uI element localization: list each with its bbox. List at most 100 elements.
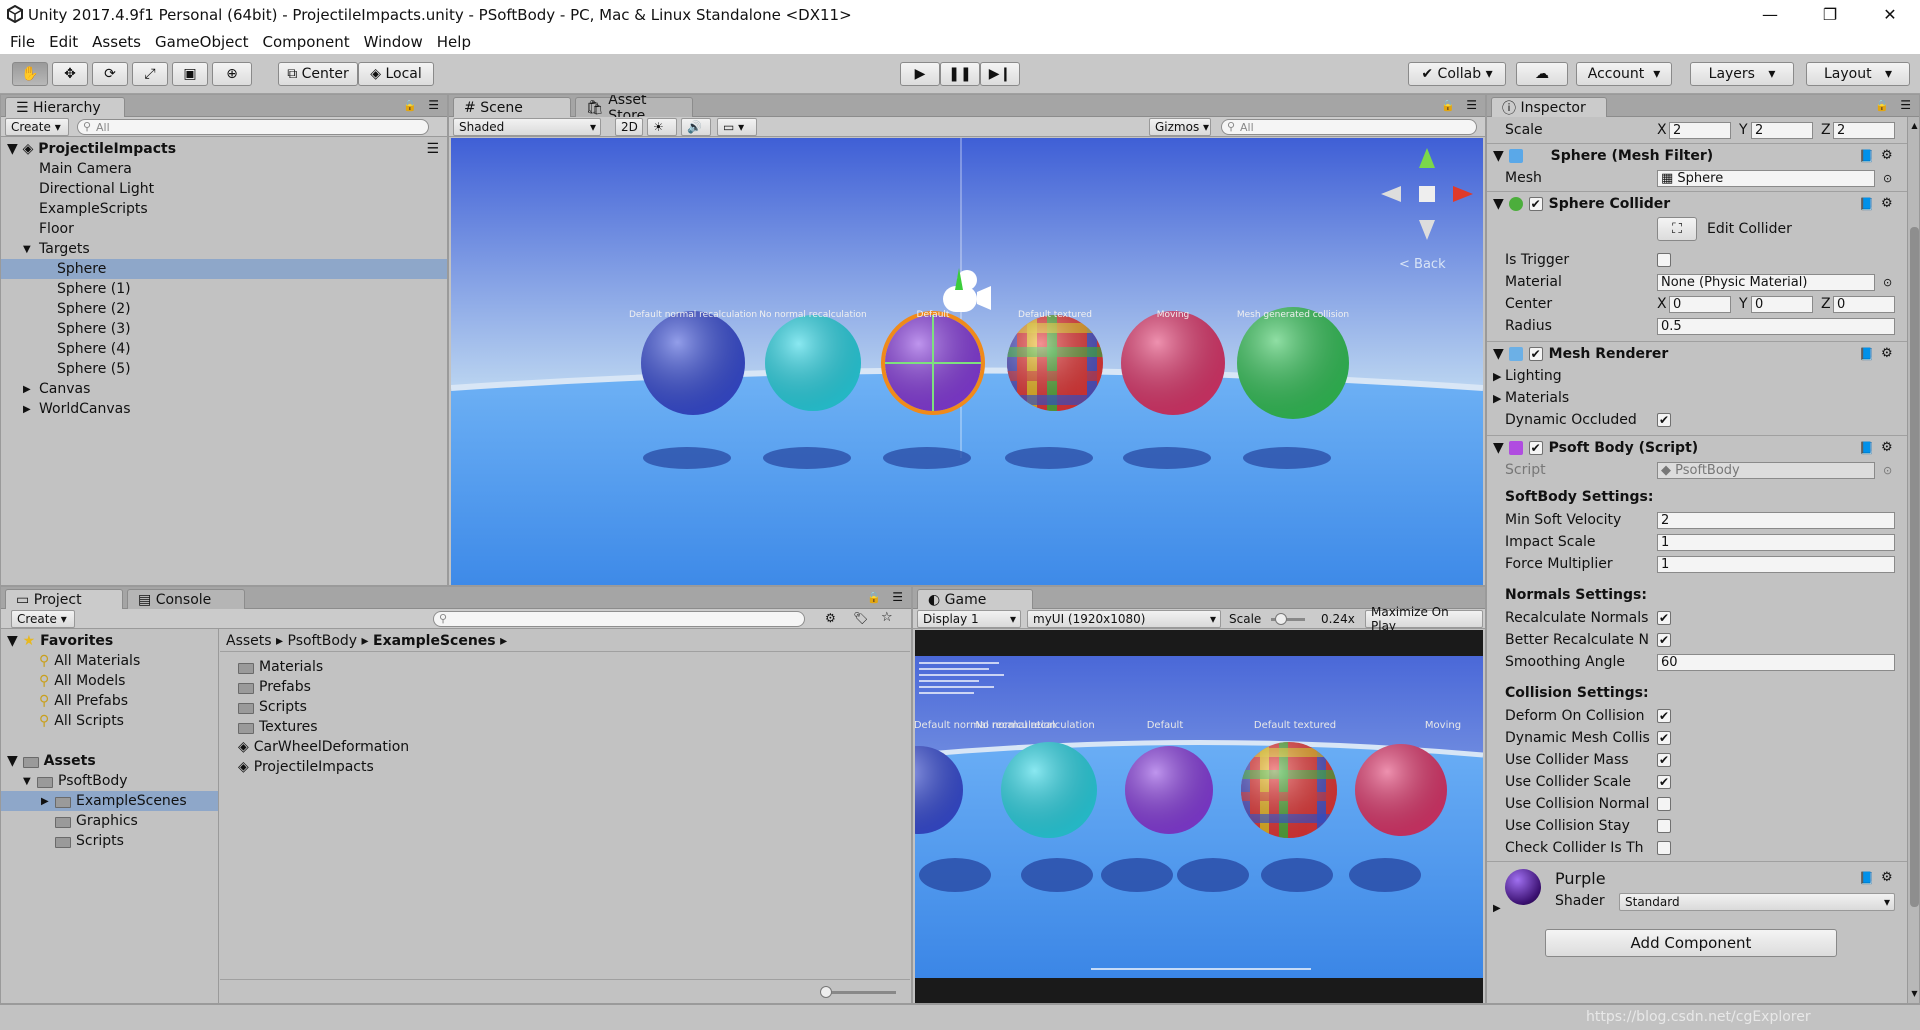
- menu-file[interactable]: File: [10, 33, 35, 51]
- step-button[interactable]: ▶❙: [980, 62, 1020, 86]
- scale-x-field[interactable]: 2: [1669, 121, 1731, 139]
- menu-gameobject[interactable]: GameObject: [155, 33, 249, 51]
- component-gear-icon[interactable]: ⚙: [1881, 196, 1893, 211]
- account-dropdown[interactable]: Account ▾: [1576, 62, 1672, 86]
- scene-search-input[interactable]: ⚲ All: [1221, 119, 1477, 135]
- center-y-field[interactable]: 0: [1751, 295, 1813, 313]
- icon-size-slider-handle[interactable]: [820, 986, 832, 998]
- rotate-tool-button[interactable]: ⟳: [92, 62, 128, 86]
- rect-tool-button[interactable]: ▣: [172, 62, 208, 86]
- add-component-button[interactable]: Add Component: [1545, 929, 1837, 957]
- collapsed-arrow-icon[interactable]: ▶: [41, 796, 55, 807]
- lock-icon[interactable]: 🔒: [403, 99, 417, 112]
- favorite-star-icon[interactable]: ☆: [881, 610, 893, 625]
- tab-hierarchy[interactable]: ☰ Hierarchy: [5, 97, 125, 117]
- scale-slider-handle[interactable]: [1275, 613, 1287, 625]
- scene-sphere[interactable]: [1007, 315, 1103, 411]
- panel-menu-icon[interactable]: ☰: [892, 590, 903, 604]
- scene-menu-icon[interactable]: ☰: [426, 141, 439, 157]
- hierarchy-item[interactable]: Directional Light: [1, 179, 447, 199]
- collision-setting-checkbox[interactable]: ✔: [1657, 731, 1671, 745]
- component-gear-icon[interactable]: ⚙: [1881, 440, 1893, 455]
- min-soft-velocity-field[interactable]: 2: [1657, 511, 1895, 529]
- component-gear-icon[interactable]: ⚙: [1881, 148, 1893, 163]
- panel-menu-icon[interactable]: ☰: [1900, 98, 1911, 112]
- display-dropdown[interactable]: Display 1 ▾: [917, 610, 1021, 628]
- project-search-input[interactable]: ⚲: [433, 611, 805, 627]
- help-book-icon[interactable]: 📘: [1859, 149, 1874, 163]
- play-button[interactable]: ▶: [900, 62, 940, 86]
- icon-size-slider[interactable]: [826, 991, 896, 994]
- tab-console[interactable]: ▤ Console: [127, 589, 245, 609]
- cloud-button[interactable]: ☁: [1516, 62, 1568, 86]
- help-book-icon[interactable]: 📘: [1859, 441, 1874, 455]
- hierarchy-item[interactable]: Sphere (1): [1, 279, 447, 299]
- physic-material-field[interactable]: None (Physic Material): [1657, 273, 1875, 291]
- menu-edit[interactable]: Edit: [49, 33, 78, 51]
- gizmos-dropdown[interactable]: Gizmos ▾: [1149, 118, 1211, 136]
- pivot-center-button[interactable]: ⧉ Center: [278, 62, 358, 86]
- lock-icon[interactable]: 🔒: [1875, 99, 1889, 112]
- menu-assets[interactable]: Assets: [92, 33, 141, 51]
- tab-game[interactable]: ◐ Game: [917, 589, 1033, 609]
- scene-effects-button[interactable]: ▭ ▾: [717, 118, 757, 136]
- lighting-foldout[interactable]: ▶ Lighting: [1487, 365, 1907, 387]
- transform-tool-button[interactable]: ⊕: [212, 62, 252, 86]
- expand-arrow-icon[interactable]: ▼: [23, 244, 39, 255]
- shading-mode-dropdown[interactable]: Shaded ▾: [453, 118, 601, 136]
- scene-sphere[interactable]: [765, 315, 861, 411]
- collision-setting-checkbox[interactable]: ✔: [1657, 775, 1671, 789]
- breadcrumb-assets[interactable]: Assets: [226, 633, 272, 649]
- close-button[interactable]: ✕: [1860, 0, 1920, 29]
- tab-project[interactable]: ▭ Project: [5, 589, 123, 609]
- hierarchy-item[interactable]: ExampleScripts: [1, 199, 447, 219]
- hierarchy-item[interactable]: ▶ Canvas: [1, 379, 447, 399]
- layout-dropdown[interactable]: Layout ▾: [1806, 62, 1910, 86]
- lock-icon[interactable]: 🔒: [1441, 99, 1455, 112]
- minimize-button[interactable]: —: [1740, 0, 1800, 29]
- expand-arrow-icon[interactable]: ▶: [1493, 903, 1501, 914]
- mesh-filter-header[interactable]: ▼ Sphere (Mesh Filter) 📘 ⚙: [1487, 143, 1907, 167]
- favorite-item[interactable]: ⚲ All Models: [39, 671, 125, 691]
- object-picker-icon[interactable]: ⊙: [1883, 172, 1892, 185]
- center-z-field[interactable]: 0: [1833, 295, 1895, 313]
- move-tool-button[interactable]: ✥: [52, 62, 88, 86]
- collab-button[interactable]: ✔ Collab ▾: [1408, 62, 1506, 86]
- scroll-up-icon[interactable]: ▲: [1909, 121, 1919, 131]
- expand-arrow-icon[interactable]: ▼: [23, 776, 37, 787]
- scene-file-item[interactable]: ◈ ProjectileImpacts: [238, 757, 374, 777]
- help-book-icon[interactable]: 📘: [1859, 871, 1874, 885]
- better-recalculate-checkbox[interactable]: ✔: [1657, 633, 1671, 647]
- is-trigger-checkbox[interactable]: [1657, 253, 1671, 267]
- impact-scale-field[interactable]: 1: [1657, 533, 1895, 551]
- assets-header[interactable]: ▼ Assets: [7, 751, 96, 771]
- hierarchy-item[interactable]: ▼ Targets: [1, 239, 447, 259]
- pivot-local-button[interactable]: ◈ Local: [358, 62, 434, 86]
- tab-inspector[interactable]: ⓘ Inspector: [1491, 97, 1607, 117]
- edit-collider-button[interactable]: ⛶: [1657, 217, 1697, 241]
- hierarchy-item[interactable]: Floor: [1, 219, 447, 239]
- favorites-header[interactable]: ▼ ★ Favorites: [7, 631, 113, 651]
- psoft-body-enabled-checkbox[interactable]: ✔: [1528, 440, 1543, 455]
- radius-field[interactable]: 0.5: [1657, 317, 1895, 335]
- inspector-scrollbar-thumb[interactable]: [1910, 227, 1919, 907]
- menu-help[interactable]: Help: [437, 33, 471, 51]
- scroll-down-icon[interactable]: ▼: [1909, 989, 1919, 999]
- force-multiplier-field[interactable]: 1: [1657, 555, 1895, 573]
- collision-setting-checkbox[interactable]: [1657, 819, 1671, 833]
- materials-foldout[interactable]: ▶ Materials: [1487, 387, 1907, 409]
- panel-menu-icon[interactable]: ☰: [1466, 98, 1477, 112]
- inspector-scrollbar[interactable]: ▲ ▼: [1907, 117, 1919, 1003]
- favorite-item[interactable]: ⚲ All Materials: [39, 651, 140, 671]
- lock-icon[interactable]: 🔒: [867, 591, 881, 604]
- project-create-button[interactable]: Create ▾: [11, 610, 75, 628]
- folder-item[interactable]: Scripts: [238, 697, 307, 717]
- maximize-on-play-button[interactable]: Maximize On Play: [1365, 605, 1483, 633]
- favorite-item[interactable]: ⚲ All Scripts: [39, 711, 124, 731]
- filter-type-icon[interactable]: ⚙: [825, 611, 836, 625]
- hierarchy-create-button[interactable]: Create ▾: [5, 118, 69, 136]
- asset-folder-item[interactable]: Scripts: [1, 831, 218, 851]
- hand-tool-button[interactable]: ✋: [12, 62, 48, 86]
- collapsed-arrow-icon[interactable]: ▶: [23, 404, 39, 415]
- scene-back-label[interactable]: < Back: [1399, 257, 1446, 272]
